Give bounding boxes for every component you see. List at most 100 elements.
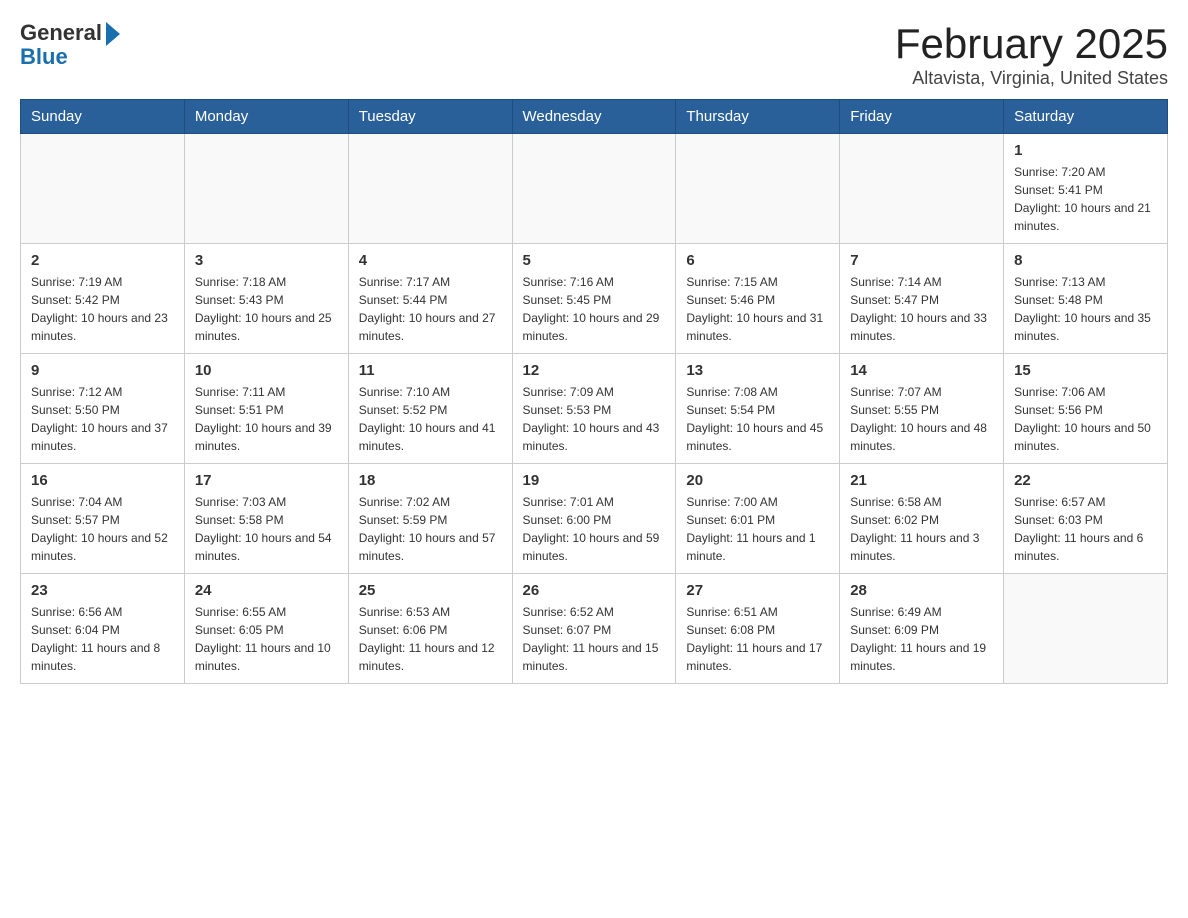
daylight-text: Daylight: 10 hours and 23 minutes. <box>31 311 168 343</box>
daylight-text: Daylight: 10 hours and 48 minutes. <box>850 421 987 453</box>
sunset-text: Sunset: 5:57 PM <box>31 513 120 527</box>
sunrise-text: Sunrise: 7:13 AM <box>1014 275 1105 289</box>
calendar-cell: 17Sunrise: 7:03 AMSunset: 5:58 PMDayligh… <box>184 464 348 574</box>
day-number: 5 <box>523 252 666 269</box>
sunrise-text: Sunrise: 6:52 AM <box>523 605 614 619</box>
daylight-text: Daylight: 10 hours and 41 minutes. <box>359 421 496 453</box>
calendar-cell: 1 Sunrise: 7:20 AMSunset: 5:41 PMDaylight… <box>1004 134 1168 244</box>
day-info: Sunrise: 7:00 AMSunset: 6:01 PMDaylight:… <box>686 493 829 565</box>
day-number: 10 <box>195 362 338 379</box>
sunset-text: Sunset: 6:00 PM <box>523 513 612 527</box>
sunset-text: Sunset: 5:56 PM <box>1014 403 1103 417</box>
day-number: 20 <box>686 472 829 489</box>
sunrise-text: Sunrise: 7:04 AM <box>31 495 122 509</box>
logo-blue-text: Blue <box>20 44 68 70</box>
daylight-text: Daylight: 10 hours and 29 minutes. <box>523 311 660 343</box>
sunrise-text: Sunrise: 6:57 AM <box>1014 495 1105 509</box>
weekday-header-row: SundayMondayTuesdayWednesdayThursdayFrid… <box>21 100 1168 134</box>
day-info: Sunrise: 6:49 AMSunset: 6:09 PMDaylight:… <box>850 603 993 675</box>
sunset-text: Sunset: 5:44 PM <box>359 293 448 307</box>
day-info: Sunrise: 7:18 AMSunset: 5:43 PMDaylight:… <box>195 273 338 345</box>
sunset-text: Sunset: 5:59 PM <box>359 513 448 527</box>
sunrise-text: Sunrise: 7:15 AM <box>686 275 777 289</box>
sunrise-text: Sunrise: 6:53 AM <box>359 605 450 619</box>
daylight-text: Daylight: 11 hours and 6 minutes. <box>1014 531 1143 563</box>
day-info: Sunrise: 7:16 AMSunset: 5:45 PMDaylight:… <box>523 273 666 345</box>
day-number: 12 <box>523 362 666 379</box>
calendar-cell: 16 Sunrise: 7:04 AM Sunset: 5:57 PM Dayligh… <box>21 464 185 574</box>
calendar-cell: 5 Sunrise: 7:16 AMSunset: 5:45 PMDaylight… <box>512 244 676 354</box>
daylight-text: Daylight: 10 hours and 59 minutes. <box>523 531 660 563</box>
day-info: Sunrise: 7:12 AMSunset: 5:50 PMDaylight:… <box>31 383 174 455</box>
day-number: 23 <box>31 582 174 599</box>
calendar-cell: 8Sunrise: 7:13 AMSunset: 5:48 PMDaylight… <box>1004 244 1168 354</box>
sunset-text: Sunset: 5:41 PM <box>1014 183 1103 197</box>
logo-top: General <box>20 20 120 46</box>
day-number: 24 <box>195 582 338 599</box>
calendar-cell: 20 Sunrise: 7:00 AMSunset: 6:01 PMDayligh… <box>676 464 840 574</box>
weekday-header-friday: Friday <box>840 100 1004 134</box>
calendar-cell: 21Sunrise: 6:58 AMSunset: 6:02 PMDayligh… <box>840 464 1004 574</box>
day-info: Sunrise: 6:58 AMSunset: 6:02 PMDaylight:… <box>850 493 993 565</box>
sunrise-text: Sunrise: 7:01 AM <box>523 495 614 509</box>
daylight-text: Daylight: 11 hours and 17 minutes. <box>686 641 822 673</box>
day-info: Sunrise: 6:52 AMSunset: 6:07 PMDaylight:… <box>523 603 666 675</box>
sunset-text: Sunset: 5:51 PM <box>195 403 284 417</box>
week-row-3: 9Sunrise: 7:12 AMSunset: 5:50 PMDaylight… <box>21 354 1168 464</box>
calendar-cell <box>184 134 348 244</box>
calendar-cell: 10Sunrise: 7:11 AMSunset: 5:51 PMDayligh… <box>184 354 348 464</box>
day-info: Sunrise: 7:17 AMSunset: 5:44 PMDaylight:… <box>359 273 502 345</box>
week-row-4: 16 Sunrise: 7:04 AM Sunset: 5:57 PM Dayligh… <box>21 464 1168 574</box>
day-number: 13 <box>686 362 829 379</box>
day-number: 15 <box>1014 362 1157 379</box>
sunrise-text: Sunrise: 7:14 AM <box>850 275 941 289</box>
weekday-header-tuesday: Tuesday <box>348 100 512 134</box>
sunrise-text: Sunrise: 7:11 AM <box>195 385 286 399</box>
calendar-cell: 12Sunrise: 7:09 AMSunset: 5:53 PMDayligh… <box>512 354 676 464</box>
day-info: Sunrise: 6:55 AMSunset: 6:05 PMDaylight:… <box>195 603 338 675</box>
day-number: 7 <box>850 252 993 269</box>
logo: General Blue <box>20 20 120 70</box>
calendar-cell: 11Sunrise: 7:10 AMSunset: 5:52 PMDayligh… <box>348 354 512 464</box>
calendar-cell: 27Sunrise: 6:51 AMSunset: 6:08 PMDayligh… <box>676 574 840 684</box>
calendar-table: SundayMondayTuesdayWednesdayThursdayFrid… <box>20 99 1168 684</box>
weekday-header-wednesday: Wednesday <box>512 100 676 134</box>
calendar-cell <box>676 134 840 244</box>
day-info: Sunrise: 7:06 AM Sunset: 5:56 PM Daylight:… <box>1014 383 1157 455</box>
day-info: Sunrise: 7:03 AMSunset: 5:58 PMDaylight:… <box>195 493 338 565</box>
daylight-text: Daylight: 10 hours and 45 minutes. <box>686 421 823 453</box>
day-info: Sunrise: 7:14 AMSunset: 5:47 PMDaylight:… <box>850 273 993 345</box>
sunrise-text: Sunrise: 7:03 AM <box>195 495 286 509</box>
daylight-text: Daylight: 10 hours and 21 minutes. <box>1014 201 1151 233</box>
sunset-text: Sunset: 5:52 PM <box>359 403 448 417</box>
daylight-text: Daylight: 10 hours and 37 minutes. <box>31 421 168 453</box>
day-info: Sunrise: 7:19 AMSunset: 5:42 PMDaylight:… <box>31 273 174 345</box>
daylight-text: Daylight: 10 hours and 50 minutes. <box>1014 421 1151 453</box>
sunset-text: Sunset: 5:42 PM <box>31 293 120 307</box>
day-number: 6 <box>686 252 829 269</box>
day-number: 16 <box>31 472 174 489</box>
day-number: 25 <box>359 582 502 599</box>
day-info: Sunrise: 6:53 AMSunset: 6:06 PMDaylight:… <box>359 603 502 675</box>
sunset-text: Sunset: 5:58 PM <box>195 513 284 527</box>
week-row-2: 2Sunrise: 7:19 AMSunset: 5:42 PMDaylight… <box>21 244 1168 354</box>
day-number: 27 <box>686 582 829 599</box>
sunrise-text: Sunrise: 7:17 AM <box>359 275 450 289</box>
day-number: 8 <box>1014 252 1157 269</box>
day-number: 14 <box>850 362 993 379</box>
sunset-text: Sunset: 5:48 PM <box>1014 293 1103 307</box>
sunrise-text: Sunrise: 7:09 AM <box>523 385 614 399</box>
daylight-text: Daylight: 10 hours and 52 minutes. <box>31 531 168 563</box>
calendar-cell <box>348 134 512 244</box>
sunrise-text: Sunrise: 6:55 AM <box>195 605 286 619</box>
week-row-1: 1 Sunrise: 7:20 AMSunset: 5:41 PMDaylight… <box>21 134 1168 244</box>
daylight-text: Daylight: 10 hours and 43 minutes. <box>523 421 660 453</box>
daylight-text: Daylight: 11 hours and 10 minutes. <box>195 641 331 673</box>
calendar-cell: 6Sunrise: 7:15 AMSunset: 5:46 PMDaylight… <box>676 244 840 354</box>
day-info: Sunrise: 7:20 AMSunset: 5:41 PMDaylight:… <box>1014 163 1157 235</box>
sunrise-text: Sunrise: 7:07 AM <box>850 385 941 399</box>
sunrise-text: Sunrise: 7:06 AM <box>1014 385 1105 399</box>
calendar-cell <box>1004 574 1168 684</box>
day-info: Sunrise: 7:02 AMSunset: 5:59 PMDaylight:… <box>359 493 502 565</box>
day-number: 1 <box>1014 142 1157 159</box>
